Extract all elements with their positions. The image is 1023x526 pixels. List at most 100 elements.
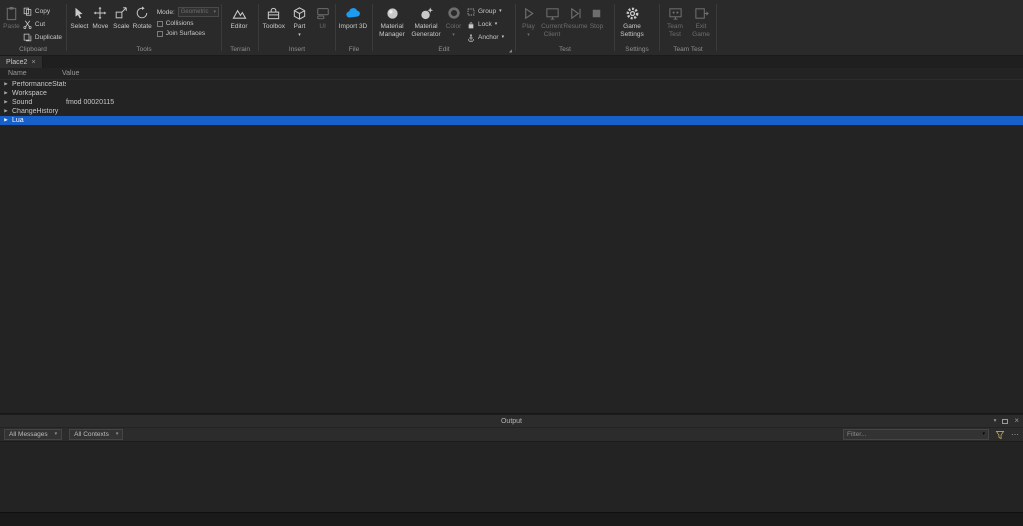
- play-icon: [521, 5, 536, 21]
- bottom-strip: [0, 512, 1023, 526]
- tab-place2[interactable]: Place2 ×: [0, 56, 43, 68]
- scale-icon: [114, 5, 128, 21]
- move-label: Move: [92, 23, 108, 31]
- paste-button[interactable]: Paste: [2, 2, 21, 31]
- part-label: Part: [294, 23, 306, 31]
- lock-label: Lock: [478, 21, 492, 28]
- copy-button[interactable]: Copy: [21, 6, 64, 17]
- collisions-checkbox[interactable]: [157, 21, 163, 27]
- roblox-studio-window: Paste Copy Cu: [0, 0, 1023, 526]
- terrain-editor-button[interactable]: Editor: [224, 2, 254, 31]
- game-settings-button[interactable]: Game Settings: [617, 2, 647, 39]
- material-generator-label: Material Generator: [409, 23, 443, 39]
- tools-group-label: Tools: [67, 46, 221, 53]
- import-3d-button[interactable]: Import 3D: [338, 2, 368, 31]
- play-label: Play: [522, 23, 535, 31]
- test-group-label: Test: [516, 46, 614, 53]
- part-button[interactable]: Part ▾: [287, 2, 313, 38]
- collisions-option[interactable]: Collisions: [157, 20, 219, 27]
- expand-arrow-icon[interactable]: ▶: [2, 109, 10, 114]
- exit-game-button[interactable]: Exit Game: [688, 2, 714, 39]
- ribbon: Paste Copy Cu: [0, 0, 1023, 56]
- explorer-tree-panel: Name Value ▶ PerformanceStats ▶ Workspac…: [0, 68, 1023, 414]
- terrain-editor-icon: [232, 5, 247, 21]
- exit-game-label: Exit Game: [688, 23, 714, 39]
- exit-game-icon: [694, 5, 709, 21]
- panel-menu-icon[interactable]: ▾: [994, 418, 997, 424]
- mode-dropdown[interactable]: Geometric ▾: [178, 7, 219, 17]
- tree-row-name: ChangeHistory: [12, 108, 66, 115]
- move-tool-button[interactable]: Move: [90, 2, 111, 31]
- duplicate-button[interactable]: Duplicate: [21, 32, 64, 43]
- cut-button[interactable]: Cut: [21, 19, 64, 30]
- ui-icon: [316, 5, 330, 21]
- ribbon-group-team-test: Team Test Exit Game Team Test: [660, 0, 716, 55]
- expand-arrow-icon[interactable]: ▶: [2, 100, 10, 105]
- ribbon-group-insert: Toolbox Part ▾ UI Insert: [259, 0, 335, 55]
- anchor-label: Anchor: [478, 34, 499, 41]
- ribbon-separator: [716, 4, 717, 51]
- group-button[interactable]: Group ▾: [464, 6, 506, 17]
- float-panel-icon[interactable]: [1002, 419, 1008, 424]
- tree-row[interactable]: ▶ Workspace: [0, 89, 1023, 98]
- close-panel-icon[interactable]: ×: [1014, 417, 1019, 425]
- color-button[interactable]: Color ▾: [443, 2, 464, 38]
- stop-button[interactable]: Stop: [586, 2, 607, 31]
- filter-input[interactable]: [847, 431, 979, 438]
- gear-icon: [625, 5, 640, 21]
- current-client-button[interactable]: Current Client: [539, 2, 565, 39]
- expand-arrow-icon[interactable]: ▶: [2, 91, 10, 96]
- material-generator-button[interactable]: Material Generator: [409, 2, 443, 39]
- tree-rows: ▶ PerformanceStats ▶ Workspace ▶ Sound f…: [0, 80, 1023, 125]
- anchor-button[interactable]: Anchor ▾: [464, 32, 506, 43]
- team-test-button[interactable]: Team Test: [662, 2, 688, 39]
- more-options-icon[interactable]: ⋯: [1011, 431, 1019, 439]
- scale-tool-button[interactable]: Scale: [111, 2, 132, 31]
- team-test-group-label: Team Test: [660, 46, 716, 53]
- column-header-value[interactable]: Value: [62, 70, 79, 77]
- contexts-filter-dropdown[interactable]: All Contexts ▾: [69, 429, 123, 440]
- tree-row[interactable]: ▶ ChangeHistory: [0, 107, 1023, 116]
- output-toolbar-right: ▾ ⋯: [843, 429, 1019, 440]
- game-settings-label: Game Settings: [617, 23, 647, 39]
- lock-button[interactable]: Lock ▾: [464, 19, 506, 30]
- select-tool-button[interactable]: Select: [69, 2, 90, 31]
- mode-value: Geometric: [181, 9, 209, 15]
- play-button[interactable]: Play ▾: [518, 2, 539, 38]
- filter-input-wrap: ▾: [843, 429, 989, 440]
- stop-icon: [589, 5, 604, 21]
- join-surfaces-option[interactable]: Join Surfaces: [157, 30, 219, 37]
- chevron-down-icon[interactable]: ▾: [982, 432, 985, 437]
- messages-filter-value: All Messages: [9, 431, 48, 438]
- tab-close-icon[interactable]: ×: [31, 58, 35, 66]
- color-wheel-icon: [447, 5, 461, 21]
- toolbox-label: Toolbox: [263, 23, 285, 31]
- chevron-down-icon: ▾: [499, 9, 502, 14]
- edit-dialog-launcher-icon[interactable]: ◢: [509, 49, 512, 53]
- material-manager-button[interactable]: Material Manager: [375, 2, 409, 39]
- rotate-tool-button[interactable]: Rotate: [132, 2, 153, 31]
- import-3d-label: Import 3D: [339, 23, 368, 31]
- tree-row[interactable]: ▶ Lua: [0, 116, 1023, 125]
- material-manager-sphere-icon: [385, 5, 400, 21]
- toolbox-button[interactable]: Toolbox: [261, 2, 287, 31]
- ui-button[interactable]: UI: [312, 2, 333, 31]
- messages-filter-dropdown[interactable]: All Messages ▾: [4, 429, 62, 440]
- column-header-name[interactable]: Name: [0, 70, 62, 77]
- join-surfaces-checkbox[interactable]: [157, 31, 163, 37]
- contexts-filter-value: All Contexts: [74, 431, 109, 438]
- tab-label: Place2: [6, 59, 27, 66]
- tree-row[interactable]: ▶ PerformanceStats: [0, 80, 1023, 89]
- chevron-down-icon: ▾: [213, 10, 216, 15]
- edit-group-label: Edit: [373, 46, 515, 53]
- filter-funnel-icon[interactable]: [995, 430, 1005, 440]
- expand-arrow-icon[interactable]: ▶: [2, 82, 10, 87]
- ribbon-group-edit: Material Manager Material Generator C: [373, 0, 515, 55]
- paste-icon: [4, 5, 19, 21]
- ribbon-group-terrain: Editor Terrain: [222, 0, 258, 55]
- expand-arrow-icon[interactable]: ▶: [2, 118, 10, 123]
- tree-row-value: fmod 00020115: [66, 99, 114, 106]
- terrain-editor-label: Editor: [231, 23, 248, 31]
- tree-row[interactable]: ▶ Sound fmod 00020115: [0, 98, 1023, 107]
- resume-button[interactable]: Resume: [565, 2, 586, 31]
